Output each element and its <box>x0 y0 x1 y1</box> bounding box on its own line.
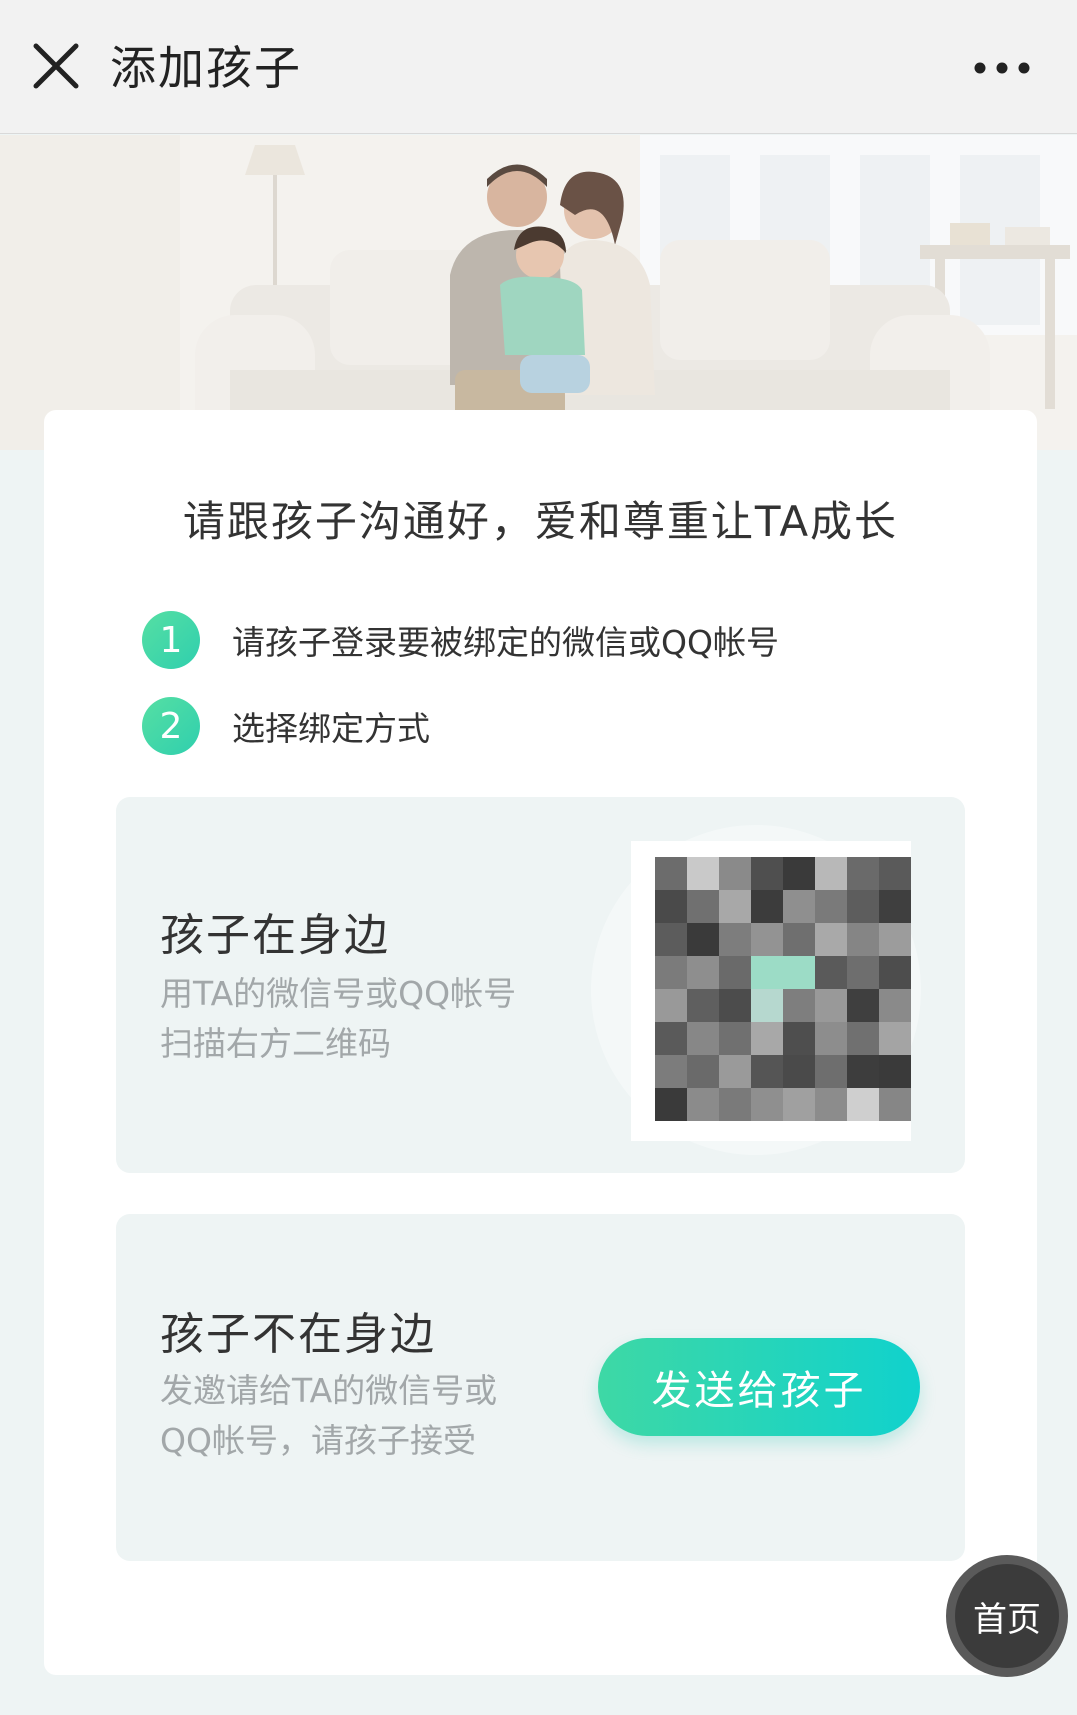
qr-code-cell <box>815 989 847 1022</box>
step-text: 选择绑定方式 <box>232 709 430 748</box>
add-child-card: 请跟孩子沟通好，爱和尊重让TA成长 1 请孩子登录要被绑定的微信或QQ帐号 2 … <box>44 410 1037 1675</box>
qr-code-cell <box>719 1022 751 1055</box>
qr-code-cell <box>687 1022 719 1055</box>
qr-code-cell <box>847 923 879 956</box>
qr-code-cell <box>687 1055 719 1088</box>
family-banner-image <box>0 135 1077 450</box>
qr-code-cell <box>719 857 751 890</box>
send-to-child-button[interactable]: 发送给孩子 <box>598 1338 920 1436</box>
qr-code-cell <box>847 1022 879 1055</box>
qr-code-cell <box>879 1088 911 1121</box>
qr-code-cell <box>751 1022 783 1055</box>
qr-code-cell <box>879 956 911 989</box>
qr-code-cell <box>655 956 687 989</box>
qr-code-cell <box>879 1055 911 1088</box>
option-description-line: 用TA的微信号或QQ帐号 <box>160 974 517 1013</box>
more-button[interactable] <box>967 40 1037 96</box>
qr-code-cell <box>655 989 687 1022</box>
qr-code-cell <box>751 989 783 1022</box>
qr-code-cell <box>847 956 879 989</box>
qr-code-cell <box>879 923 911 956</box>
top-bar: 添加孩子 <box>0 0 1077 134</box>
home-button[interactable]: 首页 <box>946 1555 1068 1677</box>
close-icon <box>33 43 79 89</box>
qr-code-cell <box>847 989 879 1022</box>
qr-code-cell <box>655 1055 687 1088</box>
qr-code-cell <box>783 1022 815 1055</box>
qr-code-cell <box>687 1088 719 1121</box>
step-text: 请孩子登录要被绑定的微信或QQ帐号 <box>232 623 779 662</box>
step-2: 2 选择绑定方式 <box>142 696 430 756</box>
qr-code-cell <box>847 890 879 923</box>
qr-code-pattern <box>655 857 911 1121</box>
qr-code-cell <box>751 923 783 956</box>
qr-code-cell <box>815 857 847 890</box>
qr-code-cell <box>815 923 847 956</box>
step-number-badge: 2 <box>142 697 200 755</box>
qr-code-cell <box>719 1055 751 1088</box>
qr-code-cell <box>655 1088 687 1121</box>
qr-code-cell <box>719 956 751 989</box>
option-description-line: 扫描右方二维码 <box>160 1024 391 1063</box>
qr-code-cell <box>783 857 815 890</box>
qr-code-cell <box>751 890 783 923</box>
qr-code-area <box>591 825 921 1155</box>
option-description: 发邀请给TA的微信号或 QQ帐号，请孩子接受 <box>160 1366 560 1466</box>
more-icon <box>974 62 1030 74</box>
qr-code-cell <box>879 1022 911 1055</box>
qr-code-cell <box>719 890 751 923</box>
qr-code-cell <box>687 989 719 1022</box>
qr-code-cell <box>687 923 719 956</box>
option-title: 孩子在身边 <box>160 910 390 961</box>
qr-code-cell <box>815 956 847 989</box>
qr-code-cell <box>687 890 719 923</box>
qr-code-cell <box>719 1088 751 1121</box>
qr-code-cell <box>783 923 815 956</box>
qr-code-cell <box>751 1055 783 1088</box>
qr-code-cell <box>847 857 879 890</box>
qr-code-cell <box>879 989 911 1022</box>
option-description-line: 发邀请给TA的微信号或 <box>160 1371 498 1410</box>
qr-code-cell <box>847 1088 879 1121</box>
option-title: 孩子不在身边 <box>160 1309 436 1360</box>
qr-code-cell <box>655 857 687 890</box>
qr-code-cell <box>719 923 751 956</box>
option-description-line: QQ帐号，请孩子接受 <box>160 1421 476 1460</box>
qr-code-cell <box>783 956 815 989</box>
qr-code-cell <box>783 989 815 1022</box>
option-child-away: 孩子不在身边 发邀请给TA的微信号或 QQ帐号，请孩子接受 发送给孩子 <box>116 1214 965 1561</box>
qr-code-cell <box>879 857 911 890</box>
option-description: 用TA的微信号或QQ帐号 扫描右方二维码 <box>160 969 560 1069</box>
qr-code-cell <box>783 1088 815 1121</box>
qr-code-cell <box>751 1088 783 1121</box>
qr-code-cell <box>815 1088 847 1121</box>
qr-code-cell <box>751 857 783 890</box>
qr-code-cell <box>879 890 911 923</box>
step-1: 1 请孩子登录要被绑定的微信或QQ帐号 <box>142 610 779 670</box>
qr-code-cell <box>815 1055 847 1088</box>
qr-code-cell <box>847 1055 879 1088</box>
page-title: 添加孩子 <box>110 41 302 95</box>
qr-code-cell <box>783 1055 815 1088</box>
qr-code-cell <box>783 890 815 923</box>
qr-code-cell <box>719 989 751 1022</box>
qr-code[interactable] <box>631 841 911 1141</box>
qr-code-cell <box>751 956 783 989</box>
qr-code-cell <box>655 1022 687 1055</box>
qr-code-cell <box>655 890 687 923</box>
qr-code-cell <box>815 890 847 923</box>
close-button[interactable] <box>28 38 84 94</box>
card-heading: 请跟孩子沟通好，爱和尊重让TA成长 <box>182 497 899 546</box>
qr-code-cell <box>655 923 687 956</box>
step-number-badge: 1 <box>142 611 200 669</box>
qr-code-cell <box>687 857 719 890</box>
qr-code-cell <box>687 956 719 989</box>
qr-code-cell <box>815 1022 847 1055</box>
option-child-nearby: 孩子在身边 用TA的微信号或QQ帐号 扫描右方二维码 <box>116 797 965 1173</box>
